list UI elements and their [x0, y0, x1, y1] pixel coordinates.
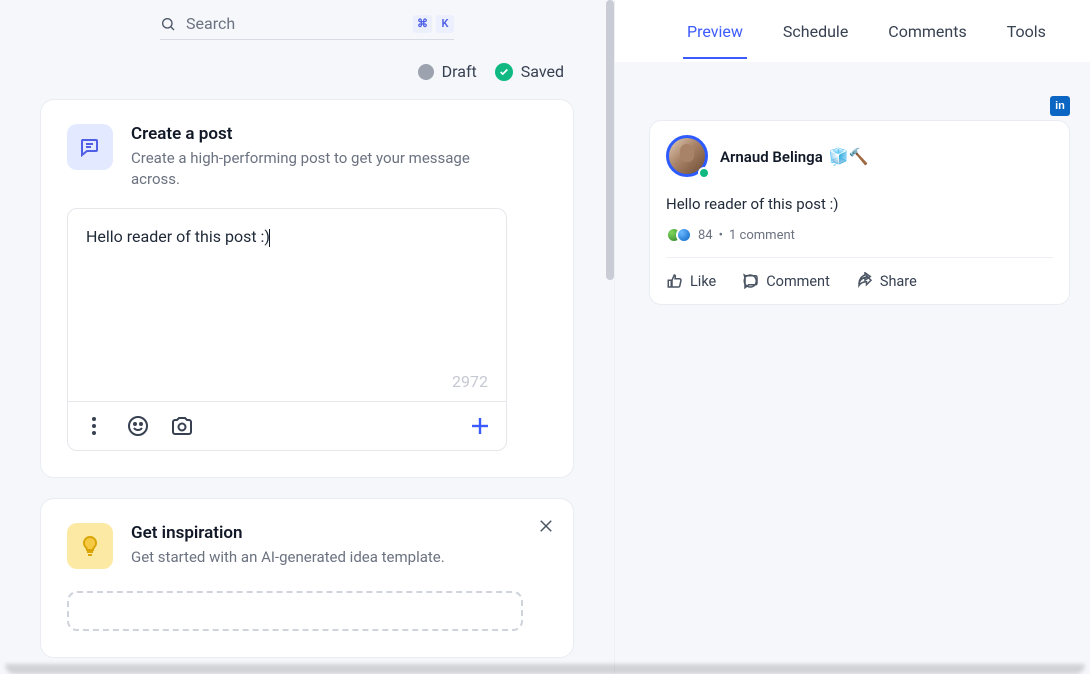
tab-comments[interactable]: Comments	[884, 4, 970, 59]
inspiration-dropzone[interactable]	[67, 591, 523, 631]
post-preview-card: Arnaud Belinga 🧊🔨 Hello reader of this p…	[649, 120, 1070, 305]
tabs-bar: Preview Schedule Comments Tools	[615, 0, 1090, 62]
draft-dot-icon	[418, 64, 434, 80]
create-post-subtitle: Create a high-performing post to get you…	[131, 148, 491, 190]
author-name[interactable]: Arnaud Belinga	[720, 148, 823, 166]
search-placeholder: Search	[186, 14, 413, 33]
camera-button[interactable]	[170, 414, 194, 438]
status-row: Draft Saved	[0, 62, 614, 81]
tab-schedule[interactable]: Schedule	[779, 4, 852, 59]
add-button[interactable]	[468, 414, 492, 438]
tab-tools[interactable]: Tools	[1003, 4, 1050, 59]
comment-icon	[742, 272, 760, 290]
reactions-icon[interactable]	[666, 227, 692, 243]
kbd-k: K	[436, 15, 454, 33]
inspiration-card: Get inspiration Get started with an AI-g…	[40, 498, 574, 658]
draft-label: Draft	[442, 62, 477, 81]
share-button[interactable]: Share	[856, 272, 917, 290]
linkedin-icon: in	[1050, 96, 1070, 116]
lightbulb-icon	[67, 523, 113, 569]
tab-preview[interactable]: Preview	[683, 4, 747, 59]
presence-indicator-icon	[698, 167, 710, 179]
search-icon	[160, 16, 176, 32]
scrollbar[interactable]	[606, 0, 614, 280]
status-saved: Saved	[495, 62, 564, 81]
preview-meta: 84 • 1 comment	[666, 227, 1053, 243]
post-composer: Hello reader of this post :) 2972	[67, 208, 507, 451]
like-label: Like	[690, 273, 716, 290]
status-draft: Draft	[418, 62, 477, 81]
editor-pane: Search ⌘ K Draft Saved Create a post Cre…	[0, 0, 614, 674]
post-textarea[interactable]: Hello reader of this post :) 2972	[68, 209, 506, 401]
share-icon	[856, 272, 874, 290]
preview-body: Hello reader of this post :)	[666, 195, 1053, 213]
comments-count[interactable]: 1 comment	[729, 228, 795, 243]
post-text: Hello reader of this post :)	[86, 227, 270, 246]
like-button[interactable]: Like	[666, 272, 716, 290]
author-avatar[interactable]	[666, 135, 708, 177]
inspiration-title: Get inspiration	[131, 523, 445, 543]
create-post-header: Create a post Create a high-performing p…	[67, 124, 547, 190]
kbd-cmd: ⌘	[413, 15, 432, 33]
create-post-title: Create a post	[131, 124, 491, 144]
preview-pane: Preview Schedule Comments Tools in Arnau…	[614, 0, 1090, 674]
create-post-icon	[67, 124, 113, 170]
comment-label: Comment	[766, 273, 830, 290]
inspiration-header: Get inspiration Get started with an AI-g…	[67, 523, 547, 569]
composer-toolbar	[68, 401, 506, 450]
inspiration-subtitle: Get started with an AI-generated idea te…	[131, 547, 445, 568]
preview-author-row: Arnaud Belinga 🧊🔨	[666, 135, 1053, 177]
like-icon	[666, 272, 684, 290]
search-bar[interactable]: Search ⌘ K	[160, 14, 454, 40]
author-emoji: 🧊🔨	[829, 147, 869, 166]
emoji-button[interactable]	[126, 414, 150, 438]
search-shortcut: ⌘ K	[413, 15, 454, 33]
reactions-count[interactable]: 84	[698, 228, 713, 243]
saved-label: Saved	[521, 62, 564, 81]
comment-button[interactable]: Comment	[742, 272, 830, 290]
close-inspiration-button[interactable]	[537, 517, 555, 535]
char-counter: 2972	[452, 372, 488, 391]
create-post-card: Create a post Create a high-performing p…	[40, 99, 574, 478]
preview-actions: Like Comment Share	[666, 257, 1053, 290]
share-label: Share	[880, 273, 917, 290]
saved-check-icon	[495, 63, 513, 81]
more-options-button[interactable]	[82, 414, 106, 438]
